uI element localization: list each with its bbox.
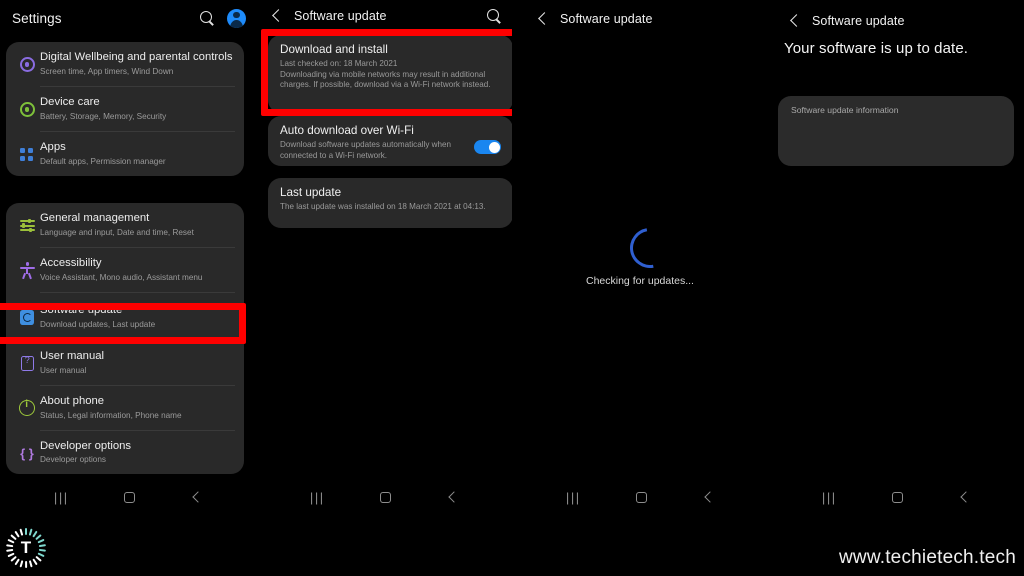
download-and-install-card[interactable]: Download and install Last checked on: 18… bbox=[268, 35, 512, 113]
card-subtitle: Download software updates automatically … bbox=[280, 140, 451, 160]
android-navbar: ||| bbox=[768, 484, 1024, 510]
techietech-logo: T bbox=[6, 528, 46, 568]
settings-header: Settings bbox=[0, 2, 256, 34]
item-subtitle: Voice Assistant, Mono audio, Assistant m… bbox=[40, 272, 203, 282]
sidebar-item-software-update[interactable]: Software update Download updates, Last u… bbox=[6, 293, 244, 340]
checking-status-text: Checking for updates... bbox=[586, 275, 694, 287]
search-icon[interactable] bbox=[199, 10, 215, 26]
item-title: Developer options bbox=[40, 439, 132, 452]
page-title: Software update bbox=[560, 12, 653, 26]
auto-download-toggle[interactable] bbox=[474, 140, 501, 154]
loading-spinner-icon bbox=[622, 220, 678, 276]
software-update-header: Software update bbox=[256, 0, 512, 32]
home-icon[interactable] bbox=[636, 491, 648, 503]
item-subtitle: Screen time, App timers, Wind Down bbox=[40, 66, 174, 76]
recent-apps-icon[interactable]: ||| bbox=[54, 491, 69, 504]
about-phone-icon bbox=[14, 395, 40, 417]
accessibility-icon bbox=[14, 257, 40, 280]
last-update-card[interactable]: Last update The last update was installe… bbox=[268, 178, 512, 228]
software-update-header: Software update bbox=[768, 5, 1024, 37]
item-title: Software update bbox=[40, 303, 123, 316]
digital-wellbeing-icon bbox=[14, 51, 40, 73]
item-subtitle: Download updates, Last update bbox=[40, 319, 156, 329]
account-avatar-icon[interactable] bbox=[227, 8, 246, 28]
back-chevron-icon[interactable] bbox=[534, 10, 552, 28]
android-navbar: ||| bbox=[0, 484, 256, 510]
card-title: Last update bbox=[280, 186, 342, 199]
android-navbar: ||| bbox=[256, 484, 512, 510]
android-navbar: ||| bbox=[512, 484, 768, 510]
back-chevron-icon[interactable] bbox=[268, 7, 286, 25]
user-manual-icon bbox=[14, 350, 40, 372]
sidebar-item-accessibility[interactable]: Accessibility Voice Assistant, Mono audi… bbox=[6, 248, 244, 292]
item-subtitle: Default apps, Permission manager bbox=[40, 156, 166, 166]
sidebar-item-user-manual[interactable]: User manual User manual bbox=[6, 341, 244, 385]
software-update-information-card[interactable]: Software update information bbox=[778, 96, 1014, 166]
sidebar-item-general-management[interactable]: General management Language and input, D… bbox=[6, 203, 244, 247]
home-icon[interactable] bbox=[124, 491, 136, 503]
item-title: About phone bbox=[40, 394, 105, 407]
back-icon[interactable] bbox=[447, 492, 458, 503]
logo-letter: T bbox=[20, 538, 32, 557]
info-card-label: Software update information bbox=[791, 105, 899, 115]
page-title: Software update bbox=[294, 9, 387, 23]
sidebar-item-apps[interactable]: Apps Default apps, Permission manager bbox=[6, 132, 244, 176]
screenshot-collage: Settings Digital Wellbeing and parental … bbox=[0, 0, 1024, 576]
item-title: Accessibility bbox=[40, 256, 102, 269]
item-subtitle: Battery, Storage, Memory, Security bbox=[40, 111, 167, 121]
item-title: Digital Wellbeing and parental controls bbox=[40, 51, 233, 63]
apps-icon bbox=[14, 141, 40, 163]
download-warning-text: Downloading via mobile networks may resu… bbox=[280, 69, 491, 90]
sidebar-item-device-care[interactable]: Device care Battery, Storage, Memory, Se… bbox=[6, 87, 244, 131]
device-care-icon bbox=[14, 96, 40, 118]
general-management-icon bbox=[14, 212, 40, 234]
recent-apps-icon[interactable]: ||| bbox=[566, 491, 581, 504]
recent-apps-icon[interactable]: ||| bbox=[822, 491, 837, 504]
developer-options-icon: { } bbox=[20, 445, 34, 461]
panel-checking-updates: Software update Checking for updates... … bbox=[512, 0, 768, 576]
item-title: Apps bbox=[40, 140, 66, 153]
item-subtitle: Status, Legal information, Phone name bbox=[40, 410, 182, 420]
back-icon[interactable] bbox=[703, 492, 714, 503]
home-icon[interactable] bbox=[380, 491, 392, 503]
item-subtitle: User manual bbox=[40, 365, 87, 375]
search-icon[interactable] bbox=[486, 8, 502, 24]
software-update-header: Software update bbox=[512, 3, 768, 35]
panel-up-to-date: Software update Your software is up to d… bbox=[768, 0, 1024, 576]
item-subtitle: Developer options bbox=[40, 455, 106, 465]
sidebar-item-developer-options[interactable]: { } Developer options Developer options bbox=[6, 431, 244, 475]
panel-settings: Settings Digital Wellbeing and parental … bbox=[0, 0, 256, 576]
auto-download-wifi-card[interactable]: Auto download over Wi-Fi Download softwa… bbox=[268, 116, 512, 166]
card-subtitle: The last update was installed on 18 Marc… bbox=[280, 202, 486, 211]
sidebar-item-about-phone[interactable]: About phone Status, Legal information, P… bbox=[6, 386, 244, 430]
back-icon[interactable] bbox=[191, 492, 202, 503]
card-title: Auto download over Wi-Fi bbox=[280, 124, 414, 137]
item-subtitle: Language and input, Date and time, Reset bbox=[40, 227, 194, 237]
item-title: Device care bbox=[40, 95, 100, 108]
page-title: Settings bbox=[12, 10, 62, 26]
page-title: Software update bbox=[812, 14, 905, 28]
last-checked-text: Last checked on: 18 March 2021 bbox=[280, 59, 398, 68]
settings-group-1: Digital Wellbeing and parental controls … bbox=[6, 42, 244, 176]
card-title: Download and install bbox=[280, 43, 388, 56]
up-to-date-headline: Your software is up to date. bbox=[784, 40, 969, 57]
item-title: User manual bbox=[40, 349, 105, 362]
watermark-url: www.techietech.tech bbox=[839, 547, 1016, 568]
recent-apps-icon[interactable]: ||| bbox=[310, 491, 325, 504]
item-title: General management bbox=[40, 212, 150, 224]
sidebar-item-digital-wellbeing[interactable]: Digital Wellbeing and parental controls … bbox=[6, 42, 244, 86]
panel-software-update-list: Software update Download and install Las… bbox=[256, 0, 512, 576]
software-update-icon bbox=[14, 304, 40, 326]
back-chevron-icon[interactable] bbox=[786, 12, 804, 30]
settings-group-2: General management Language and input, D… bbox=[6, 203, 244, 475]
home-icon[interactable] bbox=[892, 491, 904, 503]
back-icon[interactable] bbox=[959, 492, 970, 503]
